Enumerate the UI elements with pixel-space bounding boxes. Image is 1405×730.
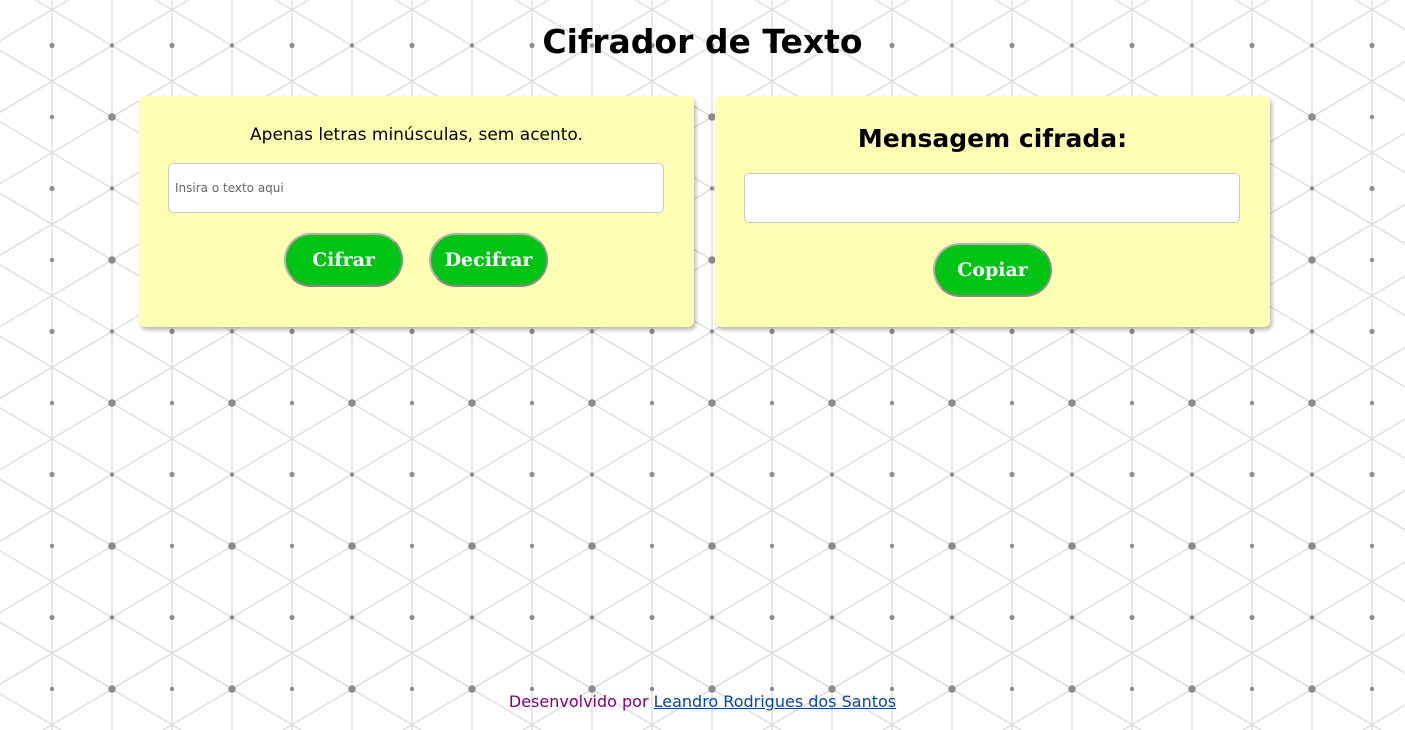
encrypt-button[interactable]: Cifrar: [284, 233, 403, 287]
copy-button[interactable]: Copiar: [933, 243, 1052, 297]
author-link[interactable]: Leandro Rodrigues dos Santos: [654, 692, 896, 711]
footer: Desenvolvido por Leandro Rodrigues dos S…: [0, 692, 1405, 711]
result-title: Mensagem cifrada:: [857, 124, 1128, 153]
result-card: Mensagem cifrada: Copiar: [715, 96, 1270, 327]
result-output[interactable]: [744, 173, 1240, 223]
encoder-card: Apenas letras minúsculas, sem acento. Ci…: [139, 96, 694, 327]
text-input[interactable]: [168, 163, 664, 213]
footer-credit: Desenvolvido por: [508, 692, 649, 711]
page: Cifrador de Texto Apenas letras minúscul…: [0, 0, 1405, 730]
decrypt-button[interactable]: Decifrar: [429, 233, 548, 287]
input-instruction: Apenas letras minúsculas, sem acento.: [250, 125, 583, 145]
page-title: Cifrador de Texto: [542, 22, 863, 61]
